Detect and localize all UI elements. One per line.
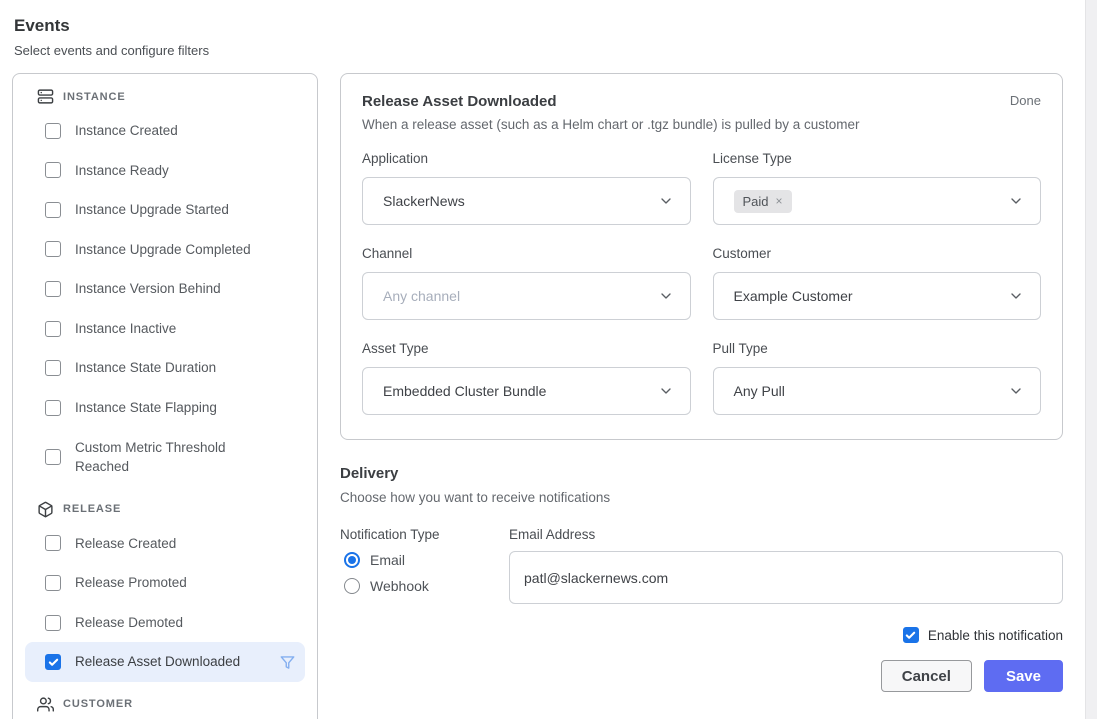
- main-panel: Release Asset Downloaded When a release …: [340, 73, 1063, 692]
- checkbox-unchecked[interactable]: [45, 360, 61, 376]
- chevron-down-icon: [658, 288, 674, 304]
- content: INSTANCE Instance Created Instance Ready…: [0, 73, 1097, 719]
- delivery-section: Delivery Choose how you want to receive …: [340, 465, 1063, 692]
- section-header-instance: INSTANCE: [25, 88, 305, 105]
- checkbox-unchecked[interactable]: [45, 202, 61, 218]
- event-item-instance-state-duration[interactable]: Instance State Duration: [25, 348, 305, 388]
- delivery-title: Delivery: [340, 465, 1063, 482]
- done-button[interactable]: Done: [1010, 93, 1041, 108]
- checkbox-unchecked[interactable]: [45, 615, 61, 631]
- channel-placeholder: Any channel: [383, 288, 460, 304]
- event-item-release-asset-downloaded[interactable]: Release Asset Downloaded: [25, 642, 305, 682]
- section-label: CUSTOMER: [63, 698, 133, 710]
- field-label: Pull Type: [713, 341, 1042, 356]
- server-icon: [37, 88, 54, 105]
- field-asset-type: Asset Type Embedded Cluster Bundle: [362, 341, 691, 415]
- checkbox-unchecked[interactable]: [45, 281, 61, 297]
- chevron-down-icon: [1008, 288, 1024, 304]
- field-pull-type: Pull Type Any Pull: [713, 341, 1042, 415]
- notification-type-label: Notification Type: [340, 527, 509, 542]
- section-header-release: RELEASE: [25, 501, 305, 518]
- section-header-customer: CUSTOMER: [25, 696, 305, 713]
- email-address-label: Email Address: [509, 527, 1063, 542]
- event-item-instance-upgrade-completed[interactable]: Instance Upgrade Completed: [25, 230, 305, 270]
- page-subtitle: Select events and configure filters: [14, 43, 1097, 58]
- events-sidebar: INSTANCE Instance Created Instance Ready…: [12, 73, 318, 719]
- radio-option-email[interactable]: Email: [344, 552, 509, 568]
- remove-tag-icon[interactable]: ×: [776, 194, 783, 208]
- tag-text: Paid: [743, 194, 769, 209]
- event-item-instance-upgrade-started[interactable]: Instance Upgrade Started: [25, 190, 305, 230]
- package-icon: [37, 501, 54, 518]
- chevron-down-icon: [1008, 193, 1024, 209]
- chevron-down-icon: [658, 193, 674, 209]
- cancel-button[interactable]: Cancel: [881, 660, 972, 692]
- checkbox-unchecked[interactable]: [45, 575, 61, 591]
- radio-option-webhook[interactable]: Webhook: [344, 578, 509, 594]
- radio-email[interactable]: [344, 552, 360, 568]
- checkbox-unchecked[interactable]: [45, 321, 61, 337]
- application-select[interactable]: SlackerNews: [362, 177, 691, 225]
- checkbox-unchecked[interactable]: [45, 123, 61, 139]
- field-label: Channel: [362, 246, 691, 261]
- page-header: Events Select events and configure filte…: [0, 0, 1097, 58]
- enable-notification-checkbox[interactable]: [903, 627, 919, 643]
- field-label: Asset Type: [362, 341, 691, 356]
- event-item-instance-created[interactable]: Instance Created: [25, 111, 305, 151]
- filter-panel-title: Release Asset Downloaded: [362, 93, 859, 110]
- asset-type-select[interactable]: Embedded Cluster Bundle: [362, 367, 691, 415]
- event-item-instance-state-flapping[interactable]: Instance State Flapping: [25, 388, 305, 428]
- checkbox-unchecked[interactable]: [45, 400, 61, 416]
- chevron-down-icon: [658, 383, 674, 399]
- field-label: Application: [362, 151, 691, 166]
- license-type-select[interactable]: Paid ×: [713, 177, 1042, 225]
- field-label: License Type: [713, 151, 1042, 166]
- radio-webhook[interactable]: [344, 578, 360, 594]
- section-label: RELEASE: [63, 503, 121, 515]
- scrollbar[interactable]: [1085, 0, 1097, 719]
- field-application: Application SlackerNews: [362, 151, 691, 225]
- customer-select[interactable]: Example Customer: [713, 272, 1042, 320]
- users-icon: [37, 696, 54, 713]
- page-title: Events: [14, 16, 1097, 36]
- chevron-down-icon: [1008, 383, 1024, 399]
- field-license-type: License Type Paid ×: [713, 151, 1042, 225]
- selected-tag-paid: Paid ×: [734, 190, 792, 213]
- email-address-input[interactable]: [509, 551, 1063, 604]
- event-item-release-created[interactable]: Release Created: [25, 524, 305, 564]
- save-button[interactable]: Save: [984, 660, 1063, 692]
- section-label: INSTANCE: [63, 91, 126, 103]
- checkbox-checked[interactable]: [45, 654, 61, 670]
- checkbox-unchecked[interactable]: [45, 241, 61, 257]
- field-channel: Channel Any channel: [362, 246, 691, 320]
- filter-panel: Release Asset Downloaded When a release …: [340, 73, 1063, 440]
- event-item-custom-metric-threshold[interactable]: Custom Metric Threshold Reached: [25, 428, 305, 487]
- event-item-instance-version-behind[interactable]: Instance Version Behind: [25, 269, 305, 309]
- event-item-instance-ready[interactable]: Instance Ready: [25, 151, 305, 191]
- event-item-instance-inactive[interactable]: Instance Inactive: [25, 309, 305, 349]
- delivery-subtitle: Choose how you want to receive notificat…: [340, 490, 1063, 505]
- pull-type-select[interactable]: Any Pull: [713, 367, 1042, 415]
- field-customer: Customer Example Customer: [713, 246, 1042, 320]
- checkbox-unchecked[interactable]: [45, 162, 61, 178]
- filter-panel-description: When a release asset (such as a Helm cha…: [362, 117, 859, 132]
- field-label: Customer: [713, 246, 1042, 261]
- filter-icon[interactable]: [280, 655, 295, 670]
- checkbox-unchecked[interactable]: [45, 449, 61, 465]
- enable-notification-label: Enable this notification: [928, 628, 1063, 643]
- event-item-release-promoted[interactable]: Release Promoted: [25, 563, 305, 603]
- checkbox-unchecked[interactable]: [45, 535, 61, 551]
- channel-select[interactable]: Any channel: [362, 272, 691, 320]
- event-item-release-demoted[interactable]: Release Demoted: [25, 603, 305, 643]
